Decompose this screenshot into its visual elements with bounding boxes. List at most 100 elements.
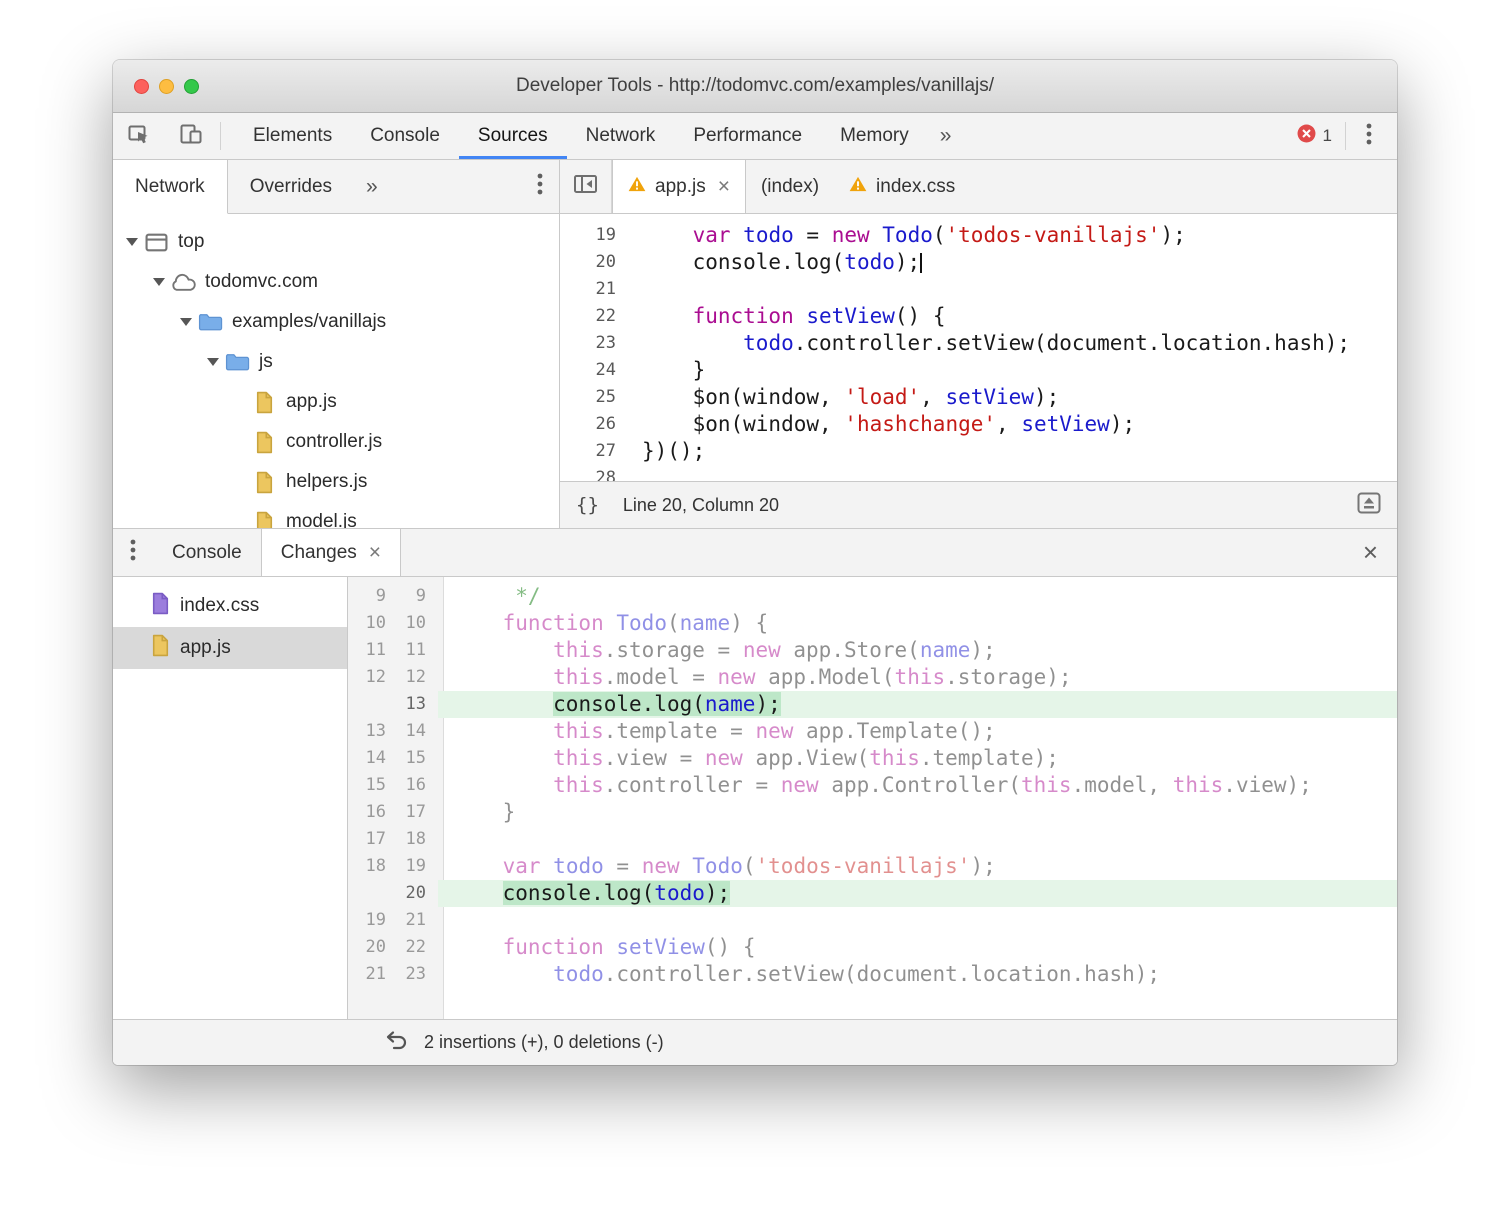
drawer-menu-button[interactable] — [113, 529, 153, 576]
tree-item-app-js[interactable]: app.js — [113, 382, 559, 422]
inserted-code-highlight: console.log(todo); — [502, 881, 731, 905]
diff-old-line-number: 15 — [365, 775, 386, 795]
code-line: 26 $on(window, 'hashchange', setView); — [560, 411, 1397, 438]
tree-item-label: examples/vanillajs — [232, 311, 387, 332]
eject-button[interactable] — [1357, 492, 1381, 519]
tree-item-todomvc-com[interactable]: todomvc.com — [113, 262, 559, 302]
device-toolbar-button[interactable] — [165, 113, 217, 159]
tree-item-model-js[interactable]: model.js — [113, 502, 559, 528]
code-text[interactable]: } — [632, 357, 706, 384]
inspect-element-button[interactable] — [113, 113, 165, 159]
tab-close-icon[interactable]: × — [369, 541, 381, 565]
close-window-button[interactable] — [134, 78, 149, 94]
tab-sources[interactable]: Sources — [459, 113, 567, 159]
code-text[interactable]: todo.controller.setView(document.locatio… — [632, 330, 1350, 357]
tab-network[interactable]: Network — [567, 113, 675, 159]
code-text[interactable]: function setView() { — [632, 303, 946, 330]
diff-code-text: console.log(name); — [438, 691, 1397, 718]
drawer-tab-changes[interactable]: Changes × — [260, 529, 402, 576]
chevron-down-icon[interactable] — [204, 358, 222, 366]
tab-memory[interactable]: Memory — [821, 113, 928, 159]
more-panels-button[interactable]: » — [928, 113, 964, 159]
source-tab-index-css[interactable]: index.css — [834, 160, 970, 213]
close-icon: × — [1362, 537, 1378, 567]
diff-old-line-number: 21 — [365, 964, 386, 984]
line-number[interactable]: 22 — [560, 303, 632, 330]
drawer: Console Changes × × index.css app.js 99 */1… — [113, 528, 1397, 1065]
code-editor[interactable]: 19 var todo = new Todo('todos-vanillajs'… — [560, 214, 1397, 481]
code-line: 25 $on(window, 'load', setView); — [560, 384, 1397, 411]
diff-code-text — [438, 907, 1397, 934]
line-number[interactable]: 27 — [560, 438, 632, 465]
diff-code-text: this.controller = new app.Controller(thi… — [553, 773, 1312, 797]
diff-row-context: 14 15 this.view = new app.View(this.templ… — [348, 745, 1397, 772]
line-number[interactable]: 25 — [560, 384, 632, 411]
more-navigator-tabs-button[interactable]: » — [354, 160, 390, 213]
line-number[interactable]: 24 — [560, 357, 632, 384]
code-text[interactable] — [632, 465, 642, 481]
traffic-lights — [134, 60, 199, 112]
file-js-icon — [151, 634, 170, 663]
tree-item-controller-js[interactable]: controller.js — [113, 422, 559, 462]
navigator-menu-button[interactable] — [521, 160, 559, 213]
line-number[interactable]: 20 — [560, 249, 632, 276]
revert-changes-button[interactable] — [385, 1030, 409, 1055]
kebab-menu-icon — [130, 538, 136, 567]
source-tab-index[interactable]: (index) — [746, 160, 834, 213]
file-js-icon — [249, 431, 279, 454]
pretty-print-button[interactable]: {} — [576, 494, 599, 516]
source-tab-app-js[interactable]: app.js × — [612, 160, 746, 213]
code-line: 28 — [560, 465, 1397, 481]
code-text[interactable]: console.log(todo); — [632, 249, 923, 276]
line-number[interactable]: 21 — [560, 276, 632, 303]
line-number[interactable]: 26 — [560, 411, 632, 438]
titlebar[interactable]: Developer Tools - http://todomvc.com/exa… — [113, 60, 1397, 113]
changed-file-label: index.css — [180, 595, 260, 616]
tree-item-label: js — [259, 351, 273, 372]
toggle-navigator-button[interactable] — [560, 160, 612, 213]
toolbar-right: 1 — [1287, 113, 1397, 159]
tree-item-top[interactable]: top — [113, 222, 559, 262]
chevron-down-icon[interactable] — [177, 318, 195, 326]
line-number[interactable]: 28 — [560, 465, 632, 481]
tree-item-examples-vanillajs[interactable]: examples/vanillajs — [113, 302, 559, 342]
chevron-down-icon[interactable] — [150, 278, 168, 286]
code-text[interactable]: var todo = new Todo('todos-vanillajs'); — [632, 222, 1186, 249]
editor-tab-bar: app.js × (index) index.css — [560, 160, 1397, 214]
changed-file-index-css[interactable]: index.css — [113, 585, 347, 627]
zoom-window-button[interactable] — [184, 78, 199, 94]
diff-new-line-number: 12 — [405, 667, 426, 687]
diff-code-text: this.view = new app.View(this.template); — [553, 746, 1059, 770]
diff-row-insertion: 13 console.log(name); — [348, 691, 1397, 718]
code-text[interactable]: $on(window, 'hashchange', setView); — [632, 411, 1136, 438]
diff-new-line-number: 11 — [405, 640, 426, 660]
tree-item-js[interactable]: js — [113, 342, 559, 382]
minimize-window-button[interactable] — [159, 78, 174, 94]
diff-code-text: console.log(todo); — [438, 880, 1397, 907]
close-drawer-button[interactable]: × — [1344, 529, 1397, 576]
drawer-tab-console[interactable]: Console — [153, 529, 261, 576]
code-text[interactable]: $on(window, 'load', setView); — [632, 384, 1060, 411]
chevron-down-icon[interactable] — [123, 238, 141, 246]
source-tab-label: (index) — [760, 175, 820, 197]
changed-file-app-js[interactable]: app.js — [113, 627, 347, 669]
kebab-menu-icon — [1366, 122, 1372, 151]
tree-item-helpers-js[interactable]: helpers.js — [113, 462, 559, 502]
tab-elements[interactable]: Elements — [234, 113, 351, 159]
tab-close-icon[interactable]: × — [718, 175, 730, 199]
diff-new-line-number: 19 — [405, 856, 426, 876]
changes-status-bar: 2 insertions (+), 0 deletions (-) — [113, 1019, 1397, 1065]
tree-item-label: controller.js — [286, 431, 383, 452]
line-number[interactable]: 23 — [560, 330, 632, 357]
navigator-tab-overrides[interactable]: Overrides — [228, 160, 354, 213]
tab-console[interactable]: Console — [351, 113, 459, 159]
devtools-menu-button[interactable] — [1349, 113, 1389, 159]
code-text[interactable]: })(); — [632, 438, 705, 465]
code-text[interactable] — [632, 276, 642, 303]
devtools-window: Developer Tools - http://todomvc.com/exa… — [113, 60, 1397, 1065]
tab-performance[interactable]: Performance — [674, 113, 821, 159]
tree-item-label: app.js — [286, 391, 337, 412]
navigator-tab-network[interactable]: Network — [113, 160, 228, 214]
line-number[interactable]: 19 — [560, 222, 632, 249]
error-badge[interactable]: 1 — [1287, 113, 1342, 159]
